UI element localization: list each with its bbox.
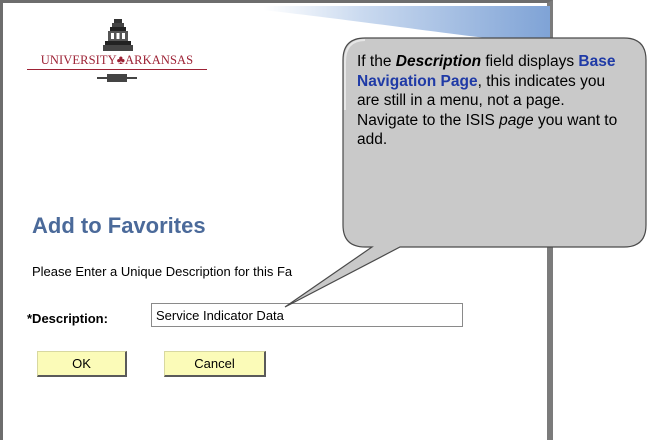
- cancel-button[interactable]: Cancel: [164, 351, 266, 377]
- logo-ribbon: [97, 74, 137, 82]
- callout-page-word: page: [499, 111, 534, 129]
- callout-text-p1a: If the: [357, 53, 396, 70]
- old-main-building-icon: [103, 19, 133, 51]
- logo-wordmark: UNIVERSITY♣ARKANSAS: [27, 53, 207, 70]
- page-title: Add to Favorites: [32, 213, 206, 238]
- description-input[interactable]: [151, 303, 463, 327]
- callout-text-p2a: Navigate to the ISIS: [357, 111, 500, 129]
- university-logo: UNIVERSITY♣ARKANSAS: [27, 19, 207, 99]
- ok-button[interactable]: OK: [37, 351, 127, 377]
- callout-text: If the Description field displays Base N…: [357, 52, 622, 150]
- instruction-text: Please Enter a Unique Description for th…: [32, 264, 293, 279]
- callout-text-p1b: field displays: [481, 53, 579, 70]
- callout-field-name: Description: [395, 53, 482, 70]
- description-label: *Description:: [27, 311, 108, 326]
- header-decoration: [263, 6, 550, 44]
